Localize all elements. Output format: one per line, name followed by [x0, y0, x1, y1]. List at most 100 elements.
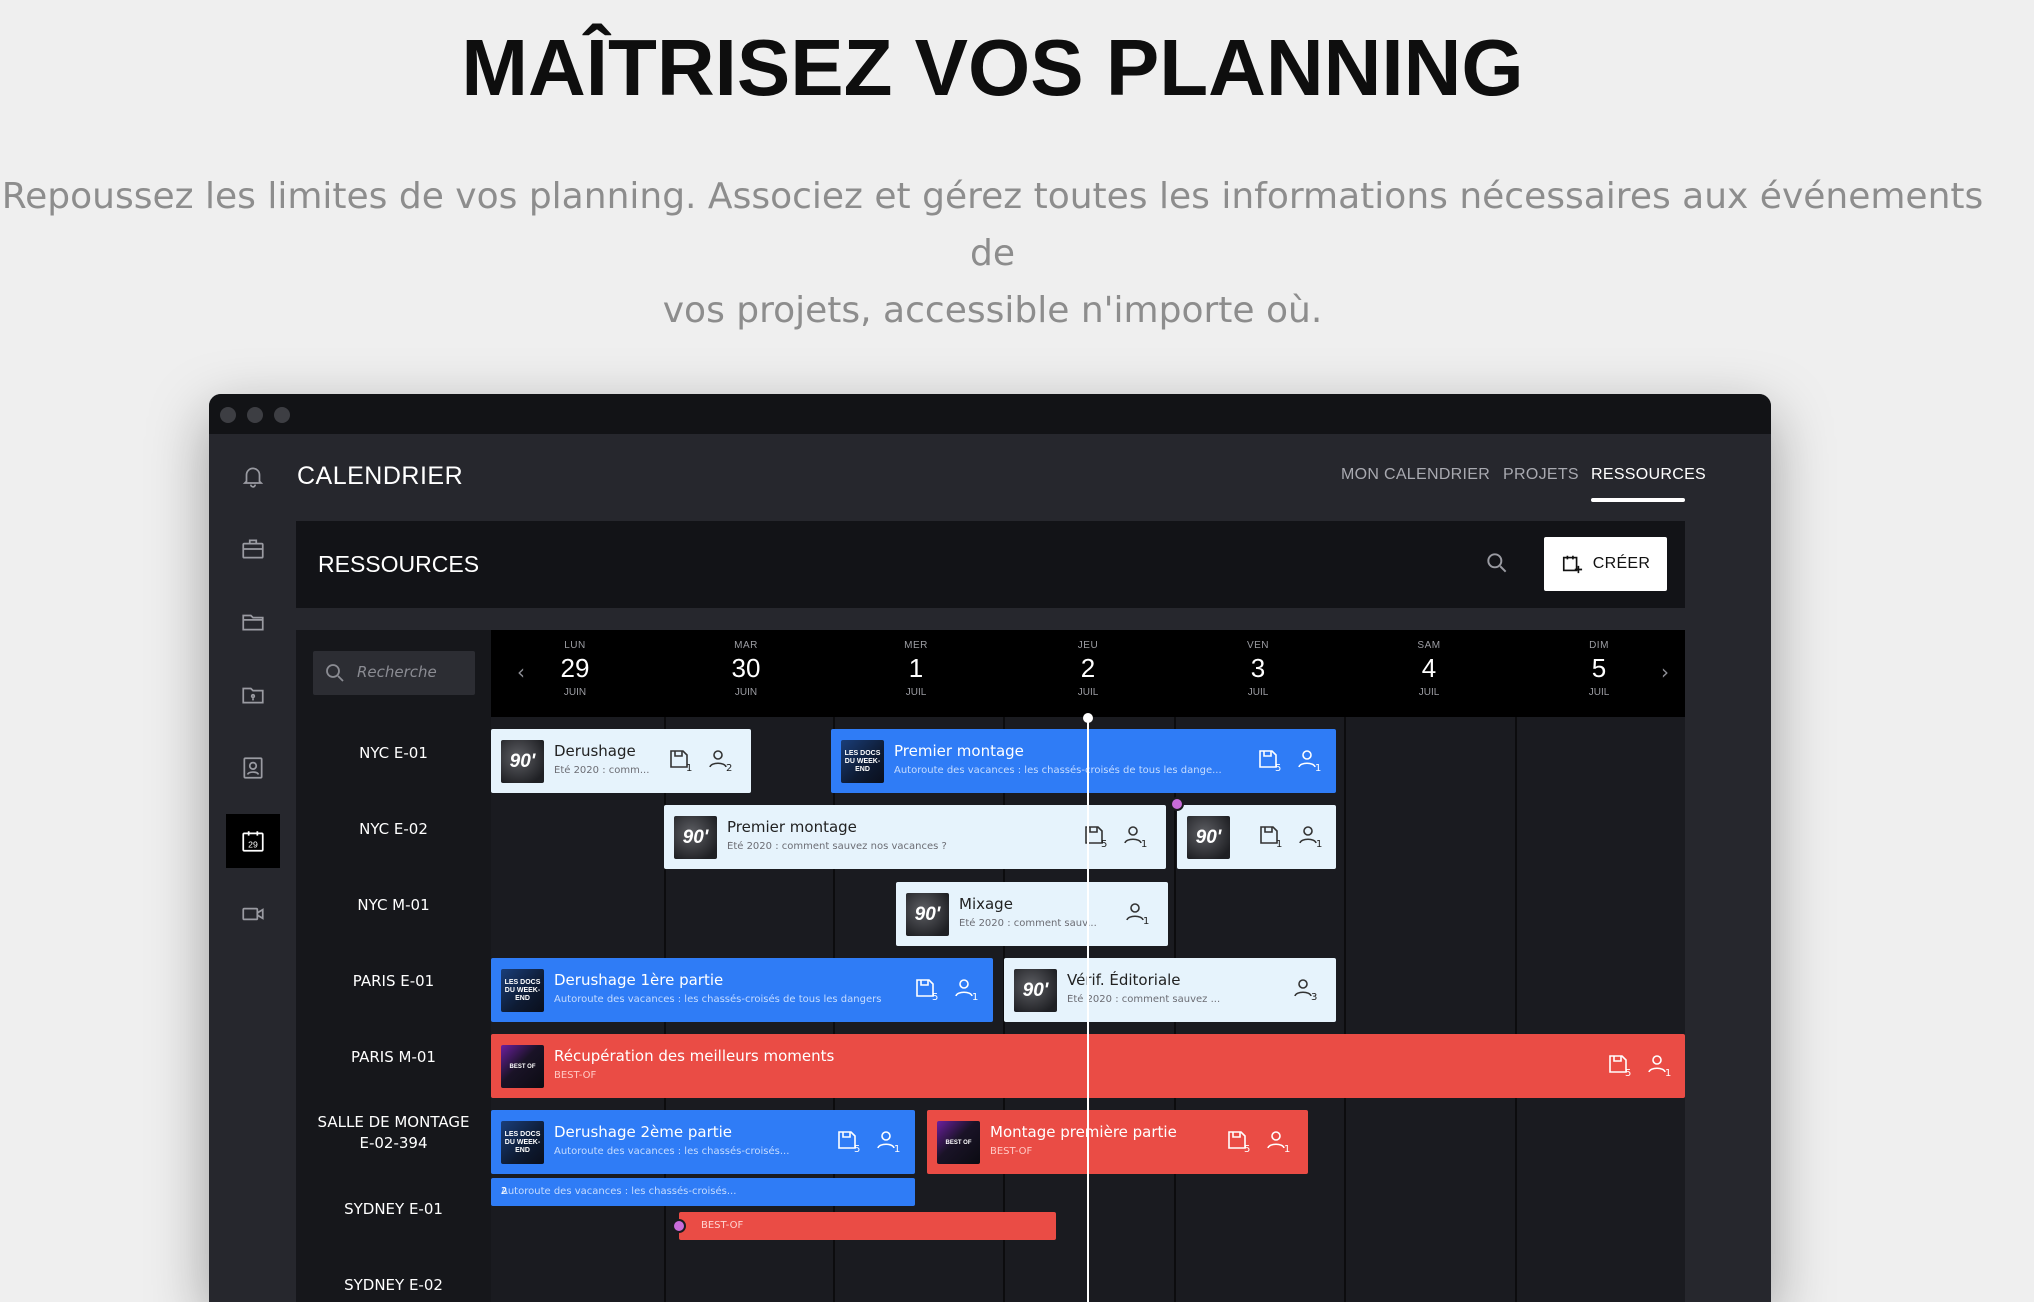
project-thumbnail: BEST OF — [501, 1045, 544, 1088]
event-subtitle: Autoroute des vacances : les chassés-cro… — [554, 994, 882, 1005]
event-bar[interactable]: Autoroute des vacances : les chassés-cro… — [491, 1178, 915, 1206]
hero-subtitle: Repoussez les limites de vos planning. A… — [0, 168, 1985, 339]
event-title: Premier montage — [727, 818, 857, 836]
hero-title: MAÎTRISEZ VOS PLANNING — [461, 23, 1524, 112]
row-label: SYDNEY E-01 — [344, 1200, 443, 1218]
folder-icon[interactable] — [226, 595, 280, 649]
folder-badge-icon[interactable] — [226, 668, 280, 722]
window-titlebar — [209, 394, 1771, 434]
grid-line — [1515, 717, 1517, 1302]
resource-schedule: Recherche ‹ › LUN 29 JUIN MAR 30 JUIN MER 1 JU… — [296, 630, 1685, 1302]
row-label: NYC M-01 — [357, 896, 430, 914]
conflict-indicator[interactable] — [672, 1219, 686, 1233]
day-column-header[interactable]: MAR 30 JUIN — [706, 640, 786, 698]
event-subtitle: Autoroute des vacances : les chassés-cro… — [894, 765, 1222, 776]
row-label: NYC E-02 — [359, 820, 428, 838]
hero-subtitle-line-1: Repoussez les limites de vos planning. A… — [1, 176, 1984, 274]
event-card[interactable]: LES DOCS DU WEEK-END Derushage 2ème part… — [491, 1110, 915, 1174]
event-card[interactable]: LES DOCS DU WEEK-END Derushage 1ère part… — [491, 958, 993, 1022]
video-camera-icon[interactable] — [226, 887, 280, 941]
project-thumbnail: 90' — [1014, 969, 1057, 1012]
event-card[interactable]: LES DOCS DU WEEK-END Premier montage Aut… — [831, 729, 1336, 793]
event-bar-label: BEST-OF — [701, 1220, 744, 1231]
window-close-dot[interactable] — [220, 407, 236, 423]
search-placeholder: Recherche — [357, 663, 437, 681]
event-title: Derushage 1ère partie — [554, 971, 724, 989]
prev-week-arrow[interactable]: ‹ — [517, 660, 525, 684]
document-icon: 1 — [1257, 823, 1287, 853]
window-maximize-dot[interactable] — [274, 407, 290, 423]
row-label: NYC E-01 — [359, 744, 428, 762]
row-label: PARIS M-01 — [351, 1048, 436, 1066]
current-time-marker — [1083, 713, 1093, 723]
event-title: Récupération des meilleurs moments — [554, 1047, 835, 1065]
event-subtitle: Été 2020 : comment sauvez nos vacances ? — [727, 841, 947, 852]
event-title: Premier montage — [894, 742, 1024, 760]
project-thumbnail: 90' — [501, 740, 544, 783]
person-icon: 1 — [1122, 823, 1152, 853]
event-card[interactable]: 90' Premier montage Été 2020 : comment s… — [664, 805, 1166, 869]
event-title: Mixage — [959, 895, 1013, 913]
nav-resources[interactable]: RESSOURCES — [1591, 466, 1706, 484]
project-thumbnail: 90' — [906, 893, 949, 936]
document-icon: 1 — [667, 747, 697, 777]
event-card[interactable]: 90' Mixage Été 2020 : comment sauv... 1 — [896, 882, 1168, 946]
day-column-header[interactable]: SAM 4 JUIL — [1389, 640, 1469, 698]
document-icon: 5 — [835, 1128, 865, 1158]
day-column-header[interactable]: DIM 5 JUIL — [1559, 640, 1639, 698]
event-title: Derushage 2ème partie — [554, 1123, 733, 1141]
window-minimize-dot[interactable] — [247, 407, 263, 423]
event-bar[interactable]: BEST-OF — [679, 1212, 1056, 1240]
project-thumbnail: LES DOCS DU WEEK-END — [841, 740, 884, 783]
grid-line — [1344, 717, 1346, 1302]
nav-my-calendar[interactable]: MON CALENDRIER — [1341, 466, 1490, 484]
project-thumbnail: 90' — [1187, 816, 1230, 859]
day-column-header[interactable]: JEU 2 JUIL — [1048, 640, 1128, 698]
row-label: PARIS E-01 — [352, 972, 435, 990]
briefcase-icon[interactable] — [226, 522, 280, 576]
event-subtitle: BEST-OF — [554, 1070, 597, 1081]
create-button[interactable]: CRÉER — [1544, 537, 1667, 591]
event-subtitle: Été 2020 : comm... — [554, 765, 650, 776]
search-icon[interactable] — [1484, 550, 1510, 580]
event-subtitle: Été 2020 : comment sauvez ... — [1067, 994, 1221, 1005]
contact-book-icon[interactable] — [226, 741, 280, 795]
conflict-indicator[interactable] — [1170, 797, 1184, 811]
calendar-icon-day: 29 — [248, 840, 258, 850]
current-time-line — [1087, 717, 1089, 1302]
document-icon: 5 — [1225, 1128, 1255, 1158]
event-title: Montage première partie — [990, 1123, 1177, 1141]
person-icon: 1 — [953, 976, 983, 1006]
project-thumbnail: 90' — [674, 816, 717, 859]
event-card[interactable]: BEST OF Montage première partie BEST-OF … — [927, 1110, 1308, 1174]
project-thumbnail: LES DOCS DU WEEK-END — [501, 1121, 544, 1164]
project-thumbnail: LES DOCS DU WEEK-END — [501, 969, 544, 1012]
resources-header: RESSOURCES CRÉER — [296, 521, 1685, 608]
event-title: Derushage — [554, 742, 636, 760]
calendar-icon[interactable]: 29 — [226, 814, 280, 868]
next-week-arrow[interactable]: › — [1661, 660, 1669, 684]
event-card[interactable]: 90' Vérif. Éditoriale Été 2020 : comment… — [1004, 958, 1336, 1022]
bell-icon[interactable] — [226, 449, 280, 503]
app-window: 29 CALENDRIER MON CALENDRIER PROJETS RES… — [209, 394, 1771, 1302]
event-bar-count: 2 — [501, 1186, 508, 1197]
resource-search-input[interactable]: Recherche — [313, 651, 475, 695]
create-button-label: CRÉER — [1592, 555, 1651, 572]
day-column-header[interactable]: VEN 3 JUIL — [1218, 640, 1298, 698]
nav-projects[interactable]: PROJETS — [1503, 466, 1579, 484]
person-icon: 1 — [1297, 823, 1327, 853]
event-subtitle: BEST-OF — [990, 1146, 1033, 1157]
app-title: CALENDRIER — [297, 462, 464, 490]
event-card[interactable]: 90' Derushage Été 2020 : comm... 1 2 — [491, 729, 751, 793]
row-label: SYDNEY E-02 — [344, 1276, 443, 1294]
event-card[interactable]: 90' 1 1 — [1177, 805, 1336, 869]
search-icon — [326, 664, 344, 682]
person-icon: 1 — [1265, 1128, 1295, 1158]
resources-title: RESSOURCES — [318, 551, 480, 577]
hero-subtitle-line-2: vos projets, accessible n'importe où. — [662, 290, 1323, 331]
day-column-header[interactable]: MER 1 JUIL — [876, 640, 956, 698]
calendar-add-icon — [1562, 555, 1582, 574]
event-subtitle: Autoroute des vacances : les chassés-cro… — [554, 1146, 790, 1157]
nav-active-underline — [1591, 498, 1685, 502]
day-column-header[interactable]: LUN 29 JUIN — [535, 640, 615, 698]
